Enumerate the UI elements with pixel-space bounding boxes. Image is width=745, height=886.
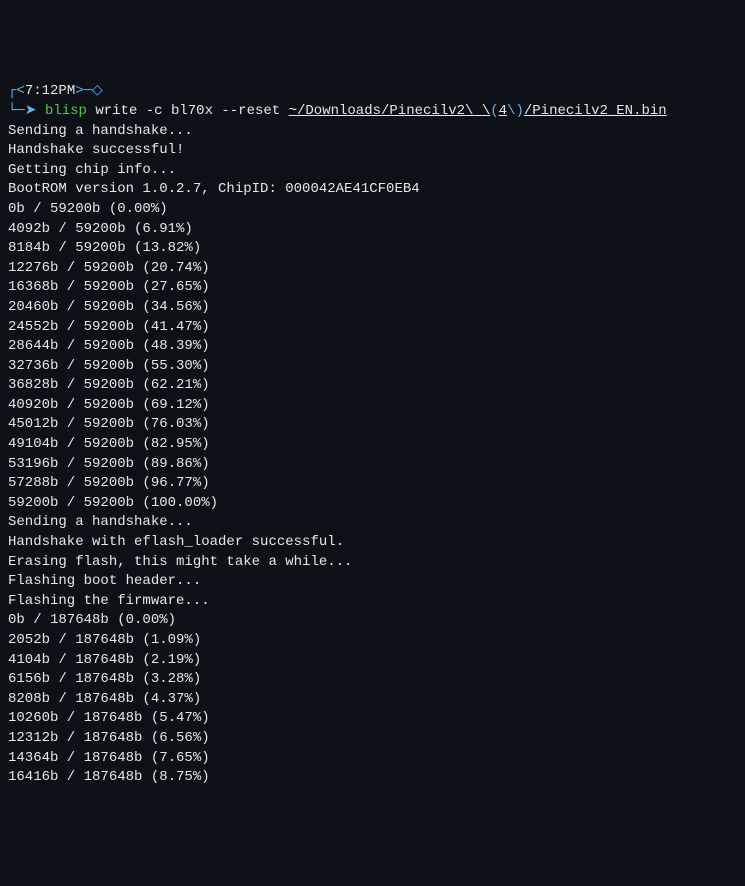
output-line: 40920b / 59200b (69.12%)	[8, 396, 737, 416]
prompt-time: 7:12PM	[25, 83, 75, 99]
output-line: 53196b / 59200b (89.86%)	[8, 455, 737, 475]
output-line: 28644b / 59200b (48.39%)	[8, 337, 737, 357]
output-line: 12312b / 187648b (6.56%)	[8, 729, 737, 749]
prompt-line-1: ┌<7:12PM>─◇	[8, 82, 737, 102]
output-line: 24552b / 59200b (41.47%)	[8, 318, 737, 338]
output-line: 32736b / 59200b (55.30%)	[8, 357, 737, 377]
output-line: 49104b / 59200b (82.95%)	[8, 435, 737, 455]
output-line: Getting chip info...	[8, 161, 737, 181]
paren-open: (	[490, 103, 498, 119]
output-line: 6156b / 187648b (3.28%)	[8, 670, 737, 690]
terminal-output: Sending a handshake...Handshake successf…	[8, 122, 737, 788]
prompt-close-bracket: >─◇	[75, 83, 103, 99]
output-line: 16416b / 187648b (8.75%)	[8, 768, 737, 788]
output-line: 8184b / 59200b (13.82%)	[8, 239, 737, 259]
command-path-2: /Pinecilv2_EN.bin	[524, 103, 667, 119]
output-line: 45012b / 59200b (76.03%)	[8, 415, 737, 435]
output-line: 4092b / 59200b (6.91%)	[8, 220, 737, 240]
prompt-line-2: └─➤ blisp write -c bl70x --reset ~/Downl…	[8, 102, 737, 122]
output-line: BootROM version 1.0.2.7, ChipID: 000042A…	[8, 180, 737, 200]
output-line: Handshake successful!	[8, 141, 737, 161]
output-line: Flashing the firmware...	[8, 592, 737, 612]
output-line: Handshake with eflash_loader successful.	[8, 533, 737, 553]
output-line: 4104b / 187648b (2.19%)	[8, 651, 737, 671]
output-line: 0b / 187648b (0.00%)	[8, 611, 737, 631]
output-line: 36828b / 59200b (62.21%)	[8, 376, 737, 396]
output-line: 16368b / 59200b (27.65%)	[8, 278, 737, 298]
output-line: 2052b / 187648b (1.09%)	[8, 631, 737, 651]
output-line: 20460b / 59200b (34.56%)	[8, 298, 737, 318]
output-line: Erasing flash, this might take a while..…	[8, 553, 737, 573]
output-line: 10260b / 187648b (5.47%)	[8, 709, 737, 729]
paren-close: \)	[507, 103, 524, 119]
output-line: 0b / 59200b (0.00%)	[8, 200, 737, 220]
output-line: Sending a handshake...	[8, 122, 737, 142]
command-path-1: ~/Downloads/Pinecilv2\ \	[289, 103, 491, 119]
output-line: 12276b / 59200b (20.74%)	[8, 259, 737, 279]
command-name: blisp	[45, 103, 87, 119]
output-line: 8208b / 187648b (4.37%)	[8, 690, 737, 710]
prompt-open-bracket: ┌<	[8, 83, 25, 99]
output-line: 59200b / 59200b (100.00%)	[8, 494, 737, 514]
command-path-num: 4	[499, 103, 507, 119]
prompt-arrow: └─➤	[8, 103, 45, 119]
output-line: Sending a handshake...	[8, 513, 737, 533]
command-args: write -c bl70x --reset	[87, 103, 289, 119]
output-line: 14364b / 187648b (7.65%)	[8, 749, 737, 769]
output-line: 57288b / 59200b (96.77%)	[8, 474, 737, 494]
output-line: Flashing boot header...	[8, 572, 737, 592]
